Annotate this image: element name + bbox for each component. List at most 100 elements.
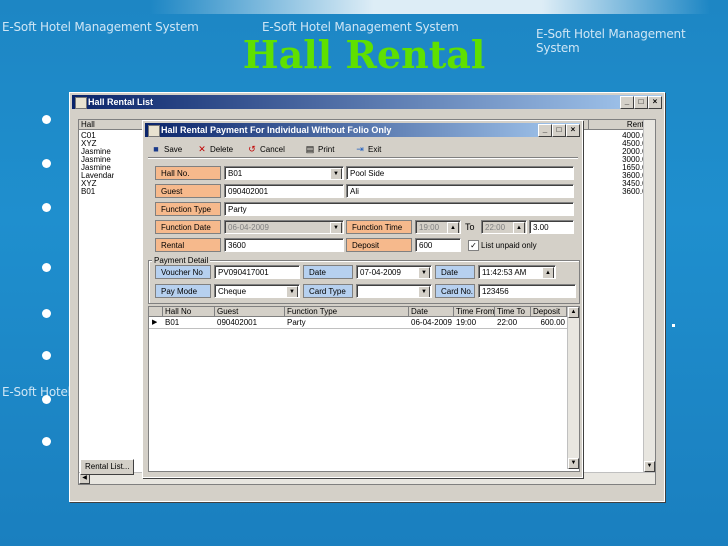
column-header-deposit[interactable]: Deposit (531, 307, 567, 317)
scroll-down-icon[interactable]: ▼ (568, 458, 579, 469)
list-unpaid-label: List unpaid only (481, 241, 537, 250)
row-pointer-icon: ▶ (152, 319, 158, 326)
rental-label: Rental (155, 238, 221, 252)
hall-no-label: Hall No. (155, 166, 221, 180)
vertical-scrollbar[interactable] (643, 120, 655, 472)
time-from-field[interactable]: 19:00 ▲ (415, 220, 461, 234)
guest-name-field[interactable]: Ali (346, 184, 574, 198)
pay-mode-select[interactable]: Cheque ▼ (214, 284, 300, 298)
print-button[interactable]: ▤ Print (305, 142, 335, 156)
card-no-label: Card No. (435, 284, 475, 298)
card-no-field[interactable]: 123456 (478, 284, 576, 298)
minimize-icon[interactable]: _ (538, 124, 552, 137)
payment-detail-group-label: Payment Detail (152, 256, 211, 265)
rental-field[interactable]: 3600 (224, 238, 344, 252)
deposit-label: Deposit (346, 238, 412, 252)
bullet-dot (42, 203, 51, 212)
row-indicator-header (149, 307, 163, 317)
spinner-icon[interactable]: ▲ (447, 222, 459, 233)
chevron-down-icon[interactable]: ▼ (418, 267, 430, 278)
payments-grid[interactable]: Hall No Guest Function Type Date Time Fr… (148, 306, 580, 472)
spinner-icon[interactable]: ▲ (513, 222, 525, 233)
window-icon (75, 97, 87, 109)
vertical-scrollbar[interactable] (567, 307, 579, 469)
print-icon: ▤ (305, 144, 315, 154)
close-icon[interactable]: × (648, 96, 662, 109)
chevron-down-icon[interactable]: ▼ (286, 286, 298, 297)
grid-cell[interactable]: Party (287, 318, 306, 328)
close-icon[interactable]: × (566, 124, 580, 137)
card-type-label: Card Type (303, 284, 353, 298)
text-dot (672, 324, 675, 327)
column-header-time-to[interactable]: Time To (495, 307, 531, 317)
bullet-dot (42, 115, 51, 124)
grid-cell[interactable]: 06-04-2009 (411, 318, 452, 328)
function-date-label: Function Date (155, 220, 221, 234)
bullet-dot (42, 395, 51, 404)
to-label: To (465, 222, 475, 232)
time-to-field[interactable]: 22:00 ▲ (481, 220, 527, 234)
deposit-field[interactable]: 600 (415, 238, 461, 252)
column-header-guest[interactable]: Guest (215, 307, 285, 317)
payment-titlebar[interactable]: Hall Rental Payment For Individual Witho… (145, 123, 580, 137)
time-field[interactable]: 11:42:53 AM ▲ (478, 265, 556, 279)
cancel-icon: ↺ (248, 144, 256, 154)
voucher-no-field[interactable]: PV090417001 (214, 265, 300, 279)
spinner-icon[interactable]: ▲ (542, 267, 554, 278)
bullet-dot (42, 437, 51, 446)
hall-name-field[interactable]: Pool Side (346, 166, 574, 180)
maximize-icon[interactable]: □ (552, 124, 566, 137)
bullet-dot (42, 263, 51, 272)
function-time-label: Function Time (346, 220, 412, 234)
column-header-time-from[interactable]: Time From (454, 307, 495, 317)
duration-field[interactable]: 3.00 (529, 220, 574, 234)
minimize-icon[interactable]: _ (620, 96, 634, 109)
scroll-down-icon[interactable]: ▼ (644, 461, 655, 472)
pay-mode-label: Pay Mode (155, 284, 211, 298)
bullet-dot (42, 351, 51, 360)
window-icon (148, 125, 160, 137)
rental-list-tab[interactable]: Rental List... (80, 459, 135, 475)
chevron-down-icon[interactable]: ▼ (330, 168, 342, 179)
grid-cell[interactable]: 090402001 (217, 318, 257, 328)
date-label: Date (303, 265, 353, 279)
date-picker[interactable]: 07-04-2009 ▼ (356, 265, 432, 279)
toolbar-separator (148, 157, 578, 159)
save-icon: ■ (153, 144, 159, 154)
save-button[interactable]: ■ Save (151, 142, 182, 156)
exit-icon: ⇥ (356, 144, 364, 154)
list-unpaid-checkbox[interactable]: ✓ (468, 240, 479, 251)
chevron-down-icon[interactable]: ▼ (330, 222, 342, 233)
hall-no-select[interactable]: B01 ▼ (224, 166, 344, 180)
column-header-hall[interactable]: Hall (79, 120, 143, 130)
column-header-date[interactable]: Date (409, 307, 454, 317)
hall-list-cell[interactable]: B01 (81, 187, 95, 197)
row-divider (149, 328, 567, 329)
guest-id-field[interactable]: 090402001 (224, 184, 344, 198)
scroll-up-icon[interactable]: ▲ (568, 307, 579, 318)
function-type-field[interactable]: Party (224, 202, 574, 216)
grid-cell[interactable]: B01 (165, 318, 179, 328)
slide-title: Hall Rental (242, 32, 486, 77)
guest-label: Guest (155, 184, 221, 198)
delete-icon: ✕ (198, 144, 206, 154)
function-date-picker[interactable]: 06-04-2009 ▼ (224, 220, 344, 234)
grid-cell[interactable]: 19:00 (456, 318, 476, 328)
card-type-select[interactable]: ▼ (356, 284, 432, 298)
column-header-hall-no[interactable]: Hall No (163, 307, 215, 317)
hall-list-title: Hall Rental List (88, 97, 154, 107)
bullet-dot (42, 159, 51, 168)
cancel-button[interactable]: ↺ Cancel (247, 142, 285, 156)
maximize-icon[interactable]: □ (634, 96, 648, 109)
column-header-function-type[interactable]: Function Type (285, 307, 409, 317)
grid-cell[interactable]: 22:00 (497, 318, 517, 328)
hall-list-titlebar[interactable]: Hall Rental List _ □ × (72, 95, 662, 109)
delete-button[interactable]: ✕ Delete (197, 142, 233, 156)
top-highlight-bar (150, 0, 710, 14)
chevron-down-icon[interactable]: ▼ (418, 286, 430, 297)
exit-button[interactable]: ⇥ Exit (355, 142, 381, 156)
time-label: Date (435, 265, 475, 279)
grid-cell[interactable]: 600.00 (531, 318, 565, 328)
voucher-no-label: Voucher No (155, 265, 211, 279)
bullet-dot (42, 309, 51, 318)
